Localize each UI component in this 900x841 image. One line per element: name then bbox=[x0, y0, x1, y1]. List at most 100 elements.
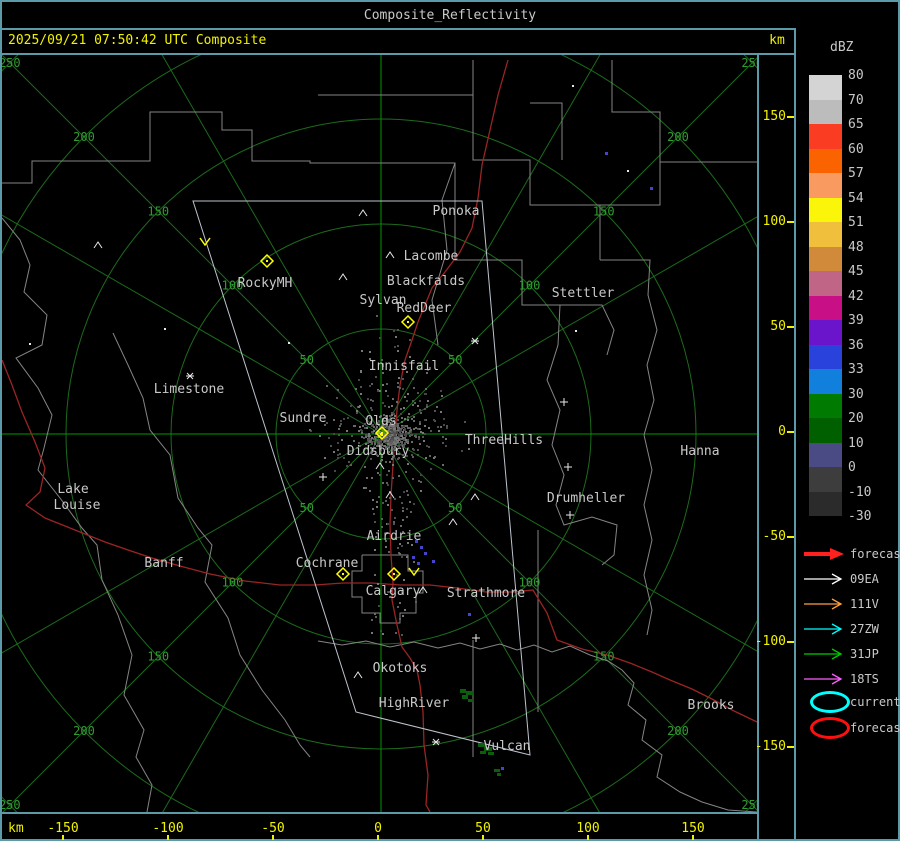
echo-speckle bbox=[389, 440, 391, 442]
echo-speckle bbox=[464, 421, 466, 423]
city-label: Banff bbox=[144, 556, 183, 571]
bottom-axis-tick bbox=[272, 835, 274, 840]
echo-speckle bbox=[367, 398, 369, 400]
bottom-axis-tick bbox=[167, 835, 169, 840]
echo-speckle bbox=[417, 454, 419, 456]
color-swatch bbox=[809, 394, 842, 418]
city-label: Stettler bbox=[552, 286, 615, 301]
echo-speckle bbox=[405, 471, 407, 473]
echo-speckle bbox=[368, 435, 370, 437]
track-arrow-icon bbox=[804, 673, 843, 685]
range-ring-label: 250 bbox=[2, 56, 21, 70]
echo-speckle bbox=[400, 441, 402, 443]
green-echo-patch bbox=[468, 699, 474, 702]
color-scale-label: 45 bbox=[848, 264, 864, 279]
station-diamond-center bbox=[393, 573, 395, 575]
echo-speckle bbox=[403, 579, 405, 581]
echo-speckle bbox=[392, 431, 394, 433]
echo-speckle bbox=[406, 508, 408, 510]
color-scale-label: 33 bbox=[848, 362, 864, 377]
echo-speckle bbox=[434, 456, 436, 458]
echo-speckle bbox=[440, 390, 442, 392]
echo-speckle bbox=[380, 460, 382, 462]
city-label: ThreeHills bbox=[465, 433, 543, 448]
echo-speckle bbox=[399, 618, 401, 620]
echo-speckle bbox=[407, 439, 409, 441]
green-echo-patch bbox=[462, 695, 468, 699]
range-ring-label: 250 bbox=[741, 56, 757, 70]
color-scale-title: dBZ bbox=[830, 40, 854, 55]
summit-caret-marker bbox=[385, 251, 395, 259]
color-scale-label: 0 bbox=[848, 460, 856, 475]
echo-speckle bbox=[404, 418, 406, 420]
echo-speckle bbox=[425, 457, 427, 459]
range-ring-label: 200 bbox=[667, 724, 689, 738]
echo-speckle bbox=[397, 419, 399, 421]
echo-speckle bbox=[399, 496, 401, 498]
echo-speckle bbox=[401, 502, 403, 504]
echo-speckle bbox=[413, 387, 415, 389]
echo-speckle bbox=[397, 423, 399, 425]
station-diamond-center bbox=[342, 573, 344, 575]
radar-map-canvas[interactable]: 50 50 50 50 100 100 100 100 150 150 150 150 200 200 20… bbox=[2, 55, 757, 812]
color-swatch bbox=[809, 296, 842, 320]
echo-speckle bbox=[387, 395, 389, 397]
echo-speckle bbox=[384, 405, 386, 407]
echo-speckle bbox=[376, 439, 378, 441]
echo-speckle bbox=[397, 382, 399, 384]
echo-speckle bbox=[445, 445, 447, 447]
echo-speckle bbox=[403, 425, 405, 427]
echo-speckle bbox=[418, 438, 420, 440]
city-label: Sundre bbox=[280, 411, 327, 426]
echo-speckle bbox=[372, 508, 374, 510]
range-ring-label: 50 bbox=[448, 353, 462, 367]
echo-speckle bbox=[400, 430, 402, 432]
echo-speckle bbox=[413, 503, 415, 505]
echo-speckle bbox=[407, 393, 409, 395]
echo-speckle bbox=[403, 491, 405, 493]
echo-speckle bbox=[350, 405, 352, 407]
echo-speckle bbox=[420, 474, 422, 476]
track-arrow-icon bbox=[804, 648, 843, 660]
bottom-km-axis: km -150 -100 -50 0 50 100 150 bbox=[0, 814, 757, 840]
echo-speckle bbox=[377, 472, 379, 474]
echo-speckle bbox=[361, 350, 363, 352]
echo-speckle bbox=[385, 461, 387, 463]
echo-speckle bbox=[391, 405, 393, 407]
right-axis-tick bbox=[787, 221, 794, 223]
city-label: Calgary bbox=[366, 584, 421, 599]
color-scale-label: -10 bbox=[848, 485, 872, 500]
echo-speckle bbox=[412, 404, 414, 406]
echo-speckle bbox=[346, 430, 348, 432]
echo-speckle bbox=[384, 440, 386, 442]
echo-speckle bbox=[371, 632, 373, 634]
range-ring-label: 250 bbox=[741, 798, 757, 812]
green-echo-patch bbox=[497, 773, 501, 776]
echo-speckle bbox=[424, 393, 426, 395]
echo-speckle bbox=[393, 330, 395, 332]
echo-speckle bbox=[411, 441, 413, 443]
echo-speckle bbox=[387, 484, 389, 486]
color-scale-label: 60 bbox=[848, 142, 864, 157]
echo-speckle bbox=[442, 442, 444, 444]
echo-speckle bbox=[398, 475, 400, 477]
echo-speckle bbox=[397, 606, 399, 608]
echo-speckle bbox=[339, 425, 341, 427]
summit-caret-marker bbox=[338, 273, 348, 281]
asterisk-marker bbox=[186, 372, 194, 380]
echo-speckle bbox=[338, 434, 340, 436]
echo-speckle bbox=[370, 399, 372, 401]
bottom-axis-label: -100 bbox=[152, 821, 184, 836]
color-swatch bbox=[809, 345, 842, 369]
echo-speckle bbox=[377, 441, 379, 443]
color-swatch bbox=[809, 198, 842, 222]
echo-speckle bbox=[353, 440, 355, 442]
echo-speckle bbox=[337, 442, 339, 444]
echo-speckle bbox=[395, 336, 397, 338]
echo-speckle bbox=[407, 416, 409, 418]
echo-speckle bbox=[418, 480, 420, 482]
echo-speckle bbox=[370, 407, 372, 409]
echo-speckle bbox=[407, 419, 409, 421]
echo-speckle bbox=[412, 456, 414, 458]
echo-speckle bbox=[427, 400, 429, 402]
